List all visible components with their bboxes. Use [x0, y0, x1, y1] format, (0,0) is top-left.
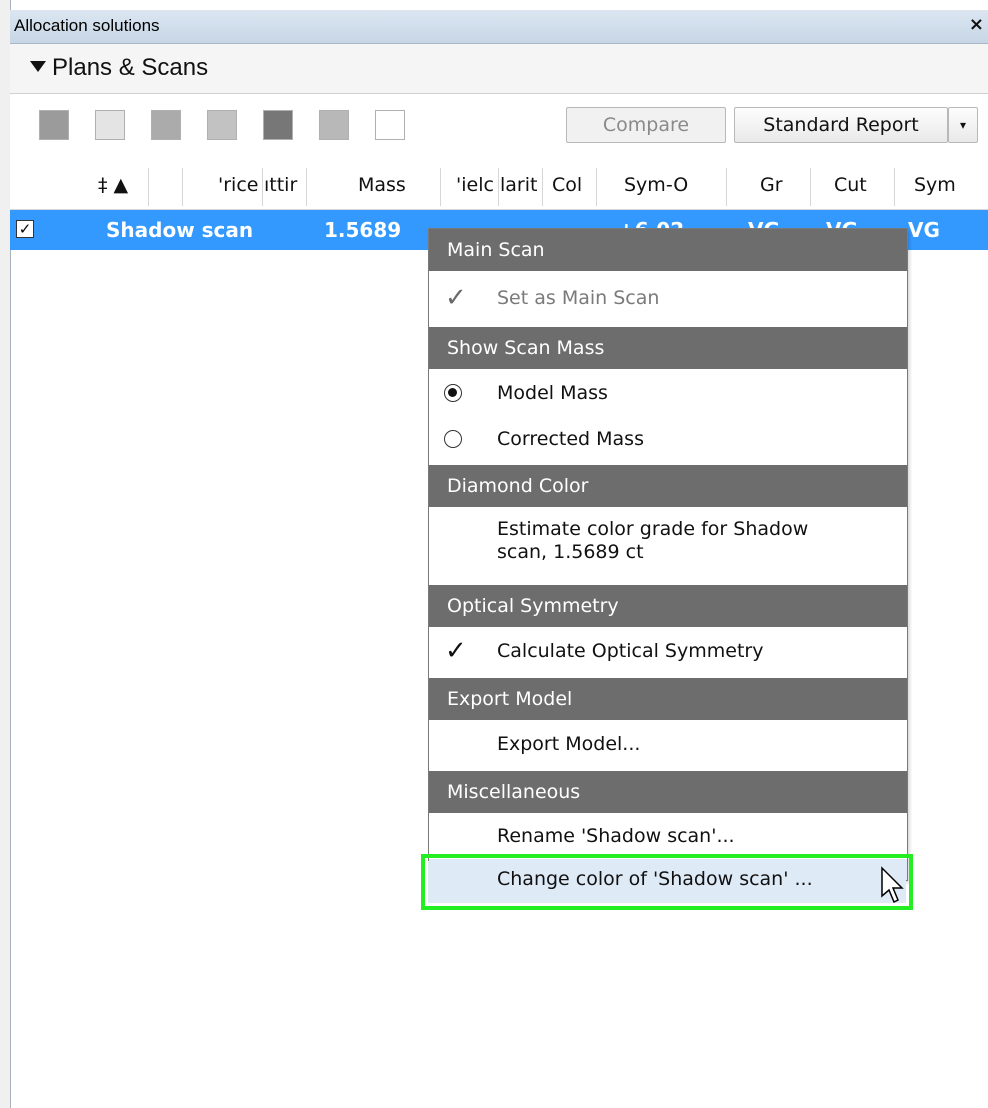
row-name: Shadow scan	[106, 218, 254, 242]
section-title: Plans & Scans	[52, 54, 209, 81]
close-icon[interactable]: ×	[969, 14, 984, 35]
panel-titlebar: Allocation solutions ×	[10, 10, 988, 44]
column-header-gr[interactable]: Gr	[760, 174, 790, 196]
menu-group-miscellaneous: Miscellaneous	[429, 771, 907, 813]
mouse-cursor-icon	[881, 866, 904, 904]
menu-group-main-scan: Main Scan	[429, 229, 907, 271]
menu-group-export-model: Export Model	[429, 678, 907, 720]
column-header-clarity[interactable]: larit	[500, 174, 540, 196]
radio-unselected-icon[interactable]	[444, 430, 462, 448]
swatch-button-7[interactable]	[375, 110, 405, 140]
check-icon: ✓	[445, 283, 467, 313]
row-sym: VG	[908, 218, 940, 242]
check-icon: ✓	[445, 636, 467, 666]
menu-item-model-mass[interactable]: Model Mass	[429, 372, 907, 416]
swatch-button-4[interactable]	[207, 110, 237, 140]
menu-group-show-scan-mass: Show Scan Mass	[429, 327, 907, 369]
menu-item-corrected-mass[interactable]: Corrected Mass	[429, 418, 907, 462]
report-dropdown-icon[interactable]: ▾	[948, 107, 978, 143]
compare-button[interactable]: Compare	[566, 107, 726, 143]
context-menu: Main Scan ✓ Set as Main Scan Show Scan M…	[428, 228, 908, 881]
menu-group-diamond-color: Diamond Color	[429, 465, 907, 507]
column-header-col[interactable]: Col	[552, 174, 592, 196]
menu-item-estimate-color[interactable]: Estimate color grade for Shadow scan, 1.…	[429, 510, 907, 588]
panel-title: Allocation solutions	[14, 16, 160, 35]
swatch-button-1[interactable]	[39, 110, 69, 140]
swatch-button-5[interactable]	[263, 110, 293, 140]
swatch-button-2[interactable]	[95, 110, 125, 140]
highlighted-menu-item[interactable]: Change color of 'Shadow scan' ...	[421, 854, 913, 910]
menu-item-calculate-symmetry[interactable]: ✓ Calculate Optical Symmetry	[429, 630, 907, 674]
column-header-sym[interactable]: Sym	[914, 174, 964, 196]
row-mass: 1.5689	[324, 218, 402, 242]
column-header-sort[interactable]: ‡ ▲	[98, 174, 138, 196]
column-header-yield[interactable]: 'ielc	[456, 174, 496, 196]
swatch-button-6[interactable]	[319, 110, 349, 140]
column-header-cutting[interactable]: ıttir	[264, 174, 304, 196]
radio-selected-icon[interactable]	[444, 384, 462, 402]
menu-item-rename[interactable]: Rename 'Shadow scan'...	[429, 815, 907, 859]
toolbar: Compare Standard Report ▾	[10, 94, 988, 164]
swatch-button-3[interactable]	[151, 110, 181, 140]
column-header-sym-o[interactable]: Sym-O	[624, 174, 694, 196]
column-header-price[interactable]: 'rice	[218, 174, 260, 196]
column-header-mass[interactable]: Mass	[358, 174, 418, 196]
row-checkbox[interactable]: ✓	[16, 220, 34, 238]
menu-item-change-color[interactable]: Change color of 'Shadow scan' ...	[497, 868, 813, 890]
column-header-cut[interactable]: Cut	[834, 174, 874, 196]
menu-item-set-main-scan[interactable]: ✓ Set as Main Scan	[429, 277, 907, 321]
table-header: ‡ ▲ 'rice ıttir Mass 'ielc larit Col Sym…	[10, 164, 988, 210]
window-top-edge	[0, 0, 988, 10]
plans-scans-header[interactable]: Plans & Scans	[10, 44, 988, 94]
triangle-down-icon[interactable]	[30, 61, 46, 72]
menu-item-export-model[interactable]: Export Model...	[429, 723, 907, 767]
standard-report-button[interactable]: Standard Report	[734, 107, 948, 143]
menu-group-optical-symmetry: Optical Symmetry	[429, 585, 907, 627]
